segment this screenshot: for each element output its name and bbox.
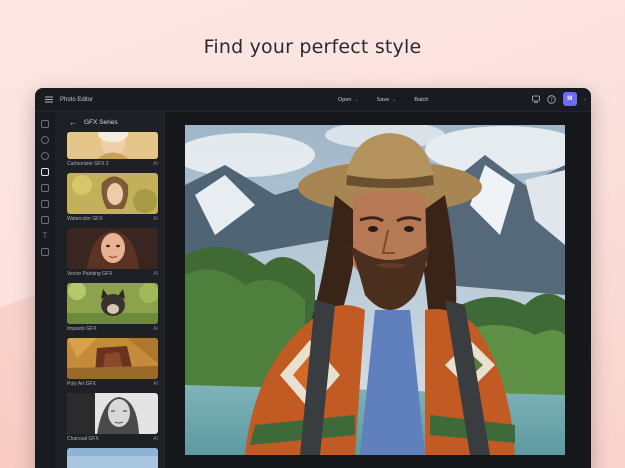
- file-actions: Open ⌄ Save ⌄ Batch: [332, 93, 435, 107]
- styles-icon[interactable]: [41, 168, 49, 176]
- save-label: Save: [376, 97, 390, 103]
- style-thumbnail: [67, 393, 158, 434]
- avatar[interactable]: M: [562, 92, 577, 106]
- compare-icon[interactable]: [531, 94, 541, 104]
- top-right-actions: ? M ⌄: [531, 92, 587, 106]
- panel-title: GFX Series: [84, 118, 118, 126]
- app-window: Photo Editor Open ⌄ Save ⌄ Batch ? M ⌄ T…: [35, 88, 591, 468]
- retouch-icon[interactable]: [41, 200, 49, 208]
- style-item-next[interactable]: [67, 448, 158, 468]
- tool-rail: T: [35, 112, 55, 468]
- canvas-area[interactable]: [165, 112, 591, 468]
- batch-button[interactable]: Batch: [408, 93, 435, 107]
- style-label: Charcoal GFX: [67, 436, 99, 442]
- ai-badge: AI: [153, 271, 158, 277]
- ai-badge: AI: [153, 161, 158, 167]
- text-icon[interactable]: T: [41, 232, 49, 240]
- style-label: Cartoonizer GFX 2: [67, 161, 109, 167]
- panel-header: ← GFX Series: [67, 112, 164, 132]
- style-thumbnail: [67, 132, 158, 159]
- style-item-vector-painting[interactable]: Vector Painting GFX AI: [67, 228, 158, 280]
- back-arrow-icon[interactable]: ←: [69, 118, 77, 127]
- style-item-cartoonizer[interactable]: Cartoonizer GFX 2 AI: [67, 132, 158, 170]
- adjust-icon[interactable]: [41, 136, 49, 144]
- style-thumbnail: [67, 283, 158, 324]
- crop-icon[interactable]: [41, 184, 49, 192]
- style-thumbnail: [67, 173, 158, 214]
- style-label: Watercolor GFX: [67, 216, 103, 222]
- style-thumbnail: [67, 228, 158, 269]
- layers-icon[interactable]: [41, 120, 49, 128]
- page-headline: Find your perfect style: [203, 36, 422, 58]
- ai-badge: AI: [153, 216, 158, 222]
- style-thumbnail: [67, 338, 158, 379]
- save-button[interactable]: Save ⌄: [370, 93, 403, 107]
- edited-photo[interactable]: [185, 125, 565, 455]
- style-item-impasto[interactable]: Impasto GFX AI: [67, 283, 158, 335]
- style-label: Vector Painting GFX: [67, 271, 113, 277]
- style-label: Poly Art GFX: [67, 381, 96, 387]
- svg-text:?: ?: [550, 97, 553, 103]
- batch-label: Batch: [414, 97, 429, 103]
- hamburger-icon[interactable]: [39, 88, 59, 112]
- style-thumbnail: [67, 448, 158, 468]
- app-title: Photo Editor: [60, 96, 94, 103]
- ai-badge: AI: [153, 381, 158, 387]
- style-item-poly-art[interactable]: Poly Art GFX AI: [67, 338, 158, 390]
- open-label: Open: [338, 97, 352, 103]
- top-bar: Photo Editor Open ⌄ Save ⌄ Batch ? M ⌄: [35, 88, 591, 112]
- help-icon[interactable]: ?: [547, 94, 557, 104]
- ai-badge: AI: [153, 326, 158, 332]
- styles-panel: ← GFX Series Cartoonizer GFX 2 AI Waterc…: [55, 112, 165, 468]
- overlay-icon[interactable]: [41, 248, 49, 256]
- chevron-down-icon: ⌄: [392, 97, 397, 103]
- frame-icon[interactable]: [41, 216, 49, 224]
- chevron-down-icon: ⌄: [354, 97, 359, 103]
- style-label: Impasto GFX: [67, 326, 97, 332]
- chevron-down-icon[interactable]: ⌄: [583, 96, 587, 102]
- open-button[interactable]: Open ⌄: [332, 93, 365, 107]
- style-item-watercolor[interactable]: Watercolor GFX AI: [67, 173, 158, 225]
- ai-badge: AI: [153, 436, 158, 442]
- style-item-charcoal[interactable]: Charcoal GFX AI: [67, 393, 158, 445]
- effects-icon[interactable]: [41, 152, 49, 160]
